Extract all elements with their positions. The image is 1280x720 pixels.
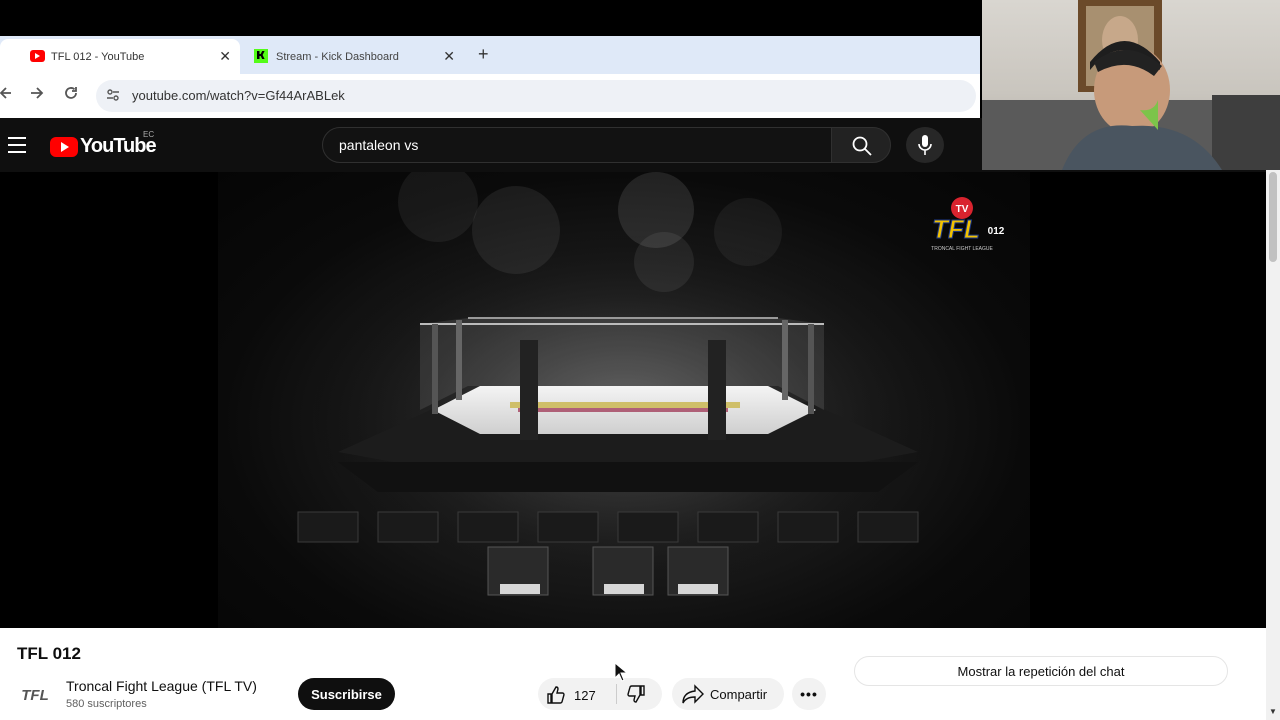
tab-title: Stream - Kick Dashboard	[276, 50, 399, 63]
scroll-down-icon[interactable]: ▼	[1269, 707, 1277, 716]
video-details: TFL 012 TFL Troncal Fight League (TFL TV…	[0, 628, 1266, 720]
search-button[interactable]	[831, 127, 891, 163]
page-scrollbar[interactable]: ▼	[1266, 170, 1280, 720]
voice-search-button[interactable]	[906, 127, 944, 163]
search-query: pantaleon vs	[339, 137, 419, 153]
forward-icon[interactable]	[30, 86, 44, 106]
more-actions-button[interactable]: •••	[792, 678, 826, 710]
screen: ✓ TFL 012 - YouTube ✕ Stream - Kick Dash…	[0, 0, 1280, 720]
avatar-text: TFL	[21, 687, 49, 704]
address-bar-row: youtube.com/watch?v=Gf44ArABLek	[0, 74, 980, 118]
youtube-play-glyph	[35, 53, 40, 59]
browser-tab-bar: ✓ TFL 012 - YouTube ✕ Stream - Kick Dash…	[0, 36, 980, 74]
webcam-overlay	[982, 0, 1280, 170]
tab-youtube[interactable]: TFL 012 - YouTube ✕	[0, 39, 240, 74]
site-info-icon[interactable]	[106, 88, 120, 102]
video-title: TFL 012	[17, 644, 81, 663]
kick-icon	[254, 49, 268, 63]
subscribe-button[interactable]: Suscribirse	[298, 678, 395, 710]
share-icon	[682, 684, 704, 704]
country-code: EC	[143, 130, 155, 139]
youtube-play-icon	[50, 136, 78, 157]
reload-icon[interactable]	[64, 86, 78, 106]
top-black-strip	[0, 0, 980, 36]
search-input[interactable]: pantaleon vs	[322, 127, 832, 163]
microphone-icon	[918, 135, 932, 155]
close-tab-icon[interactable]: ✕	[219, 48, 231, 64]
show-chat-replay-button[interactable]: Mostrar la repetición del chat	[854, 656, 1228, 686]
tab-title: TFL 012 - YouTube	[51, 50, 145, 63]
subscriber-count: 580 suscriptores	[66, 698, 147, 710]
logo-number: 012	[988, 226, 1005, 237]
like-button[interactable]: 127	[546, 685, 596, 705]
mouse-cursor-icon	[614, 662, 628, 682]
like-count: 127	[574, 687, 596, 703]
arena-scene	[218, 172, 1030, 628]
share-button[interactable]: Compartir	[672, 678, 784, 710]
like-separator	[616, 684, 617, 704]
menu-icon[interactable]	[8, 137, 26, 153]
omnibox[interactable]: youtube.com/watch?v=Gf44ArABLek	[96, 80, 976, 112]
scrollbar-thumb[interactable]	[1269, 172, 1277, 262]
back-icon[interactable]	[0, 86, 12, 106]
thumbs-down-icon	[627, 685, 645, 703]
video-player[interactable]: TV TFL 012 TRONCAL FIGHT LEAGUE	[0, 172, 1266, 628]
logo-subtitle: TRONCAL FIGHT LEAGUE	[931, 246, 993, 252]
video-frame	[218, 172, 1030, 628]
youtube-logo[interactable]: YouTube EC	[50, 130, 157, 158]
thumbs-up-icon	[547, 686, 565, 704]
tab-kick-dashboard[interactable]: Stream - Kick Dashboard ✕	[248, 39, 464, 74]
url-text: youtube.com/watch?v=Gf44ArABLek	[132, 88, 345, 103]
search-icon	[852, 136, 872, 156]
channel-avatar[interactable]: TFL	[18, 680, 52, 708]
logo-text: TFL	[932, 214, 980, 244]
tfl-tv-overlay-logo: TV TFL 012 TRONCAL FIGHT LEAGUE	[924, 194, 1010, 256]
close-tab-icon[interactable]: ✕	[443, 48, 455, 64]
new-tab-button[interactable]: +	[478, 44, 489, 65]
dislike-button[interactable]	[626, 684, 646, 709]
like-dislike-group: 127	[538, 678, 662, 710]
share-label: Compartir	[710, 686, 768, 702]
channel-name[interactable]: Troncal Fight League (TFL TV)	[66, 678, 257, 694]
